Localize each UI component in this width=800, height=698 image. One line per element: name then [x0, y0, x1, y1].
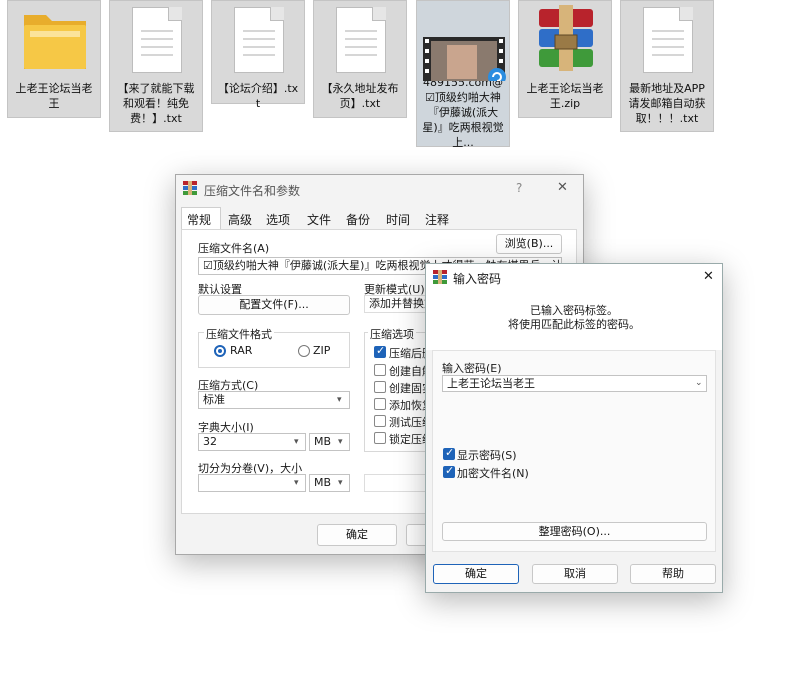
file-label: 489155.com@☑顶级约啪大神『伊藤诚(派大星)』吃两根视觉上... [422, 76, 504, 149]
encrypt-names-checkbox[interactable] [443, 464, 455, 478]
message-area: 已输入密码标签。 将使用匹配此标签的密码。 [426, 292, 722, 350]
password-input[interactable]: 上老王论坛当老王 [442, 375, 707, 392]
option-checkbox[interactable] [374, 364, 386, 376]
winrar-archive-icon [519, 1, 611, 81]
winrar-icon [433, 270, 447, 284]
option-checkbox[interactable] [374, 344, 386, 358]
file-label: 【永久地址发布页】.txt [321, 82, 399, 110]
chevron-down-icon: ▾ [294, 437, 299, 447]
ok-button[interactable]: 确定 [433, 564, 519, 584]
help-button[interactable]: 帮助 [630, 564, 716, 584]
update-mode-select[interactable]: 添加并替换文 [364, 295, 428, 313]
tab-general[interactable]: 常规 [187, 211, 211, 228]
option-checkbox[interactable] [374, 432, 386, 444]
chevron-down-icon: ▾ [338, 478, 343, 488]
tab-advanced[interactable]: 高级 [228, 211, 252, 228]
winrar-icon [183, 181, 197, 195]
enter-password-dialog: 输入密码 ✕ 已输入密码标签。 将使用匹配此标签的密码。 输入密码(E) 上老王… [425, 263, 723, 593]
desktop-file-video[interactable]: 489155.com@☑顶级约啪大神『伊藤诚(派大星)』吃两根视觉上... [416, 0, 510, 149]
title-bar: 压缩文件名和参数 ? ✕ [176, 175, 583, 203]
desktop-file-txt[interactable]: 最新地址及APP请发邮箱自动获取！！！.txt [620, 0, 714, 132]
rar-radio[interactable] [214, 345, 226, 357]
message-line-2: 将使用匹配此标签的密码。 [508, 318, 640, 331]
split-size-input[interactable] [198, 474, 306, 492]
zip-label: ZIP [313, 344, 331, 357]
options-group-label: 压缩选项 [368, 326, 416, 342]
archive-name-label: 压缩文件名(A) [198, 242, 270, 255]
desktop-file-zip[interactable]: 上老王论坛当老王.zip [518, 0, 612, 118]
desktop-file-folder[interactable]: 上老王论坛当老王 [7, 0, 101, 118]
file-label: 最新地址及APP请发邮箱自动获取！！！.txt [628, 82, 706, 125]
option-checkbox[interactable] [374, 381, 386, 393]
format-group-label: 压缩文件格式 [204, 326, 274, 342]
tab-backup[interactable]: 备份 [346, 211, 370, 228]
desktop-file-txt[interactable]: 【永久地址发布页】.txt [313, 0, 407, 118]
title-bar: 输入密码 ✕ [426, 264, 722, 292]
close-button[interactable]: ✕ [557, 180, 568, 195]
option-checkbox[interactable] [374, 398, 386, 410]
organize-passwords-button[interactable]: 整理密码(O)... [442, 522, 707, 541]
show-password-label: 显示密码(S) [457, 449, 517, 462]
dict-size-select[interactable]: 32 [198, 433, 306, 451]
password-label: 输入密码(E) [442, 362, 502, 375]
desktop-file-txt[interactable]: 【来了就能下载和观看！纯免费！】.txt [109, 0, 203, 132]
text-file-icon [314, 1, 406, 81]
browse-button[interactable]: 浏览(B)... [496, 234, 562, 254]
chevron-down-icon: ▾ [294, 478, 299, 488]
video-file-icon [417, 1, 509, 86]
dict-unit-select[interactable]: MB [309, 433, 350, 451]
chevron-down-icon: ▾ [338, 437, 343, 447]
cancel-button[interactable]: 取消 [532, 564, 618, 584]
close-button[interactable]: ✕ [703, 269, 714, 284]
set-password-button[interactable] [364, 474, 428, 492]
help-icon[interactable]: ? [516, 181, 522, 195]
option-checkbox[interactable] [374, 415, 386, 427]
tab-comment[interactable]: 注释 [425, 211, 449, 228]
chevron-down-icon: ▾ [337, 395, 342, 405]
file-label: 上老王论坛当老王.zip [526, 82, 604, 110]
tab-time[interactable]: 时间 [386, 211, 410, 228]
dialog-title: 压缩文件名和参数 [204, 184, 301, 198]
ok-button[interactable]: 确定 [317, 524, 397, 546]
show-password-checkbox[interactable] [443, 446, 455, 460]
tab-files[interactable]: 文件 [307, 211, 331, 228]
desktop-file-txt[interactable]: 【论坛介绍】.txt [211, 0, 305, 110]
text-file-icon [212, 1, 304, 81]
zip-radio[interactable] [298, 345, 310, 357]
tab-options[interactable]: 选项 [266, 211, 290, 228]
file-label: 【来了就能下载和观看！纯免费！】.txt [117, 82, 195, 125]
encrypt-names-label: 加密文件名(N) [457, 467, 529, 480]
file-label: 【论坛介绍】.txt [217, 82, 299, 110]
dialog-title: 输入密码 [453, 272, 502, 286]
text-file-icon [110, 1, 202, 81]
split-unit-select[interactable]: MB [309, 474, 350, 492]
text-file-icon [621, 1, 713, 81]
folder-icon [8, 1, 100, 81]
file-label: 上老王论坛当老王 [15, 82, 93, 110]
profiles-button[interactable]: 配置文件(F)... [198, 295, 350, 315]
tab-bar: 常规 高级 选项 文件 备份 时间 注释 [176, 207, 583, 229]
method-select[interactable]: 标准 [198, 391, 350, 409]
chevron-down-icon: ⌄ [695, 378, 703, 388]
rar-label: RAR [230, 344, 253, 357]
